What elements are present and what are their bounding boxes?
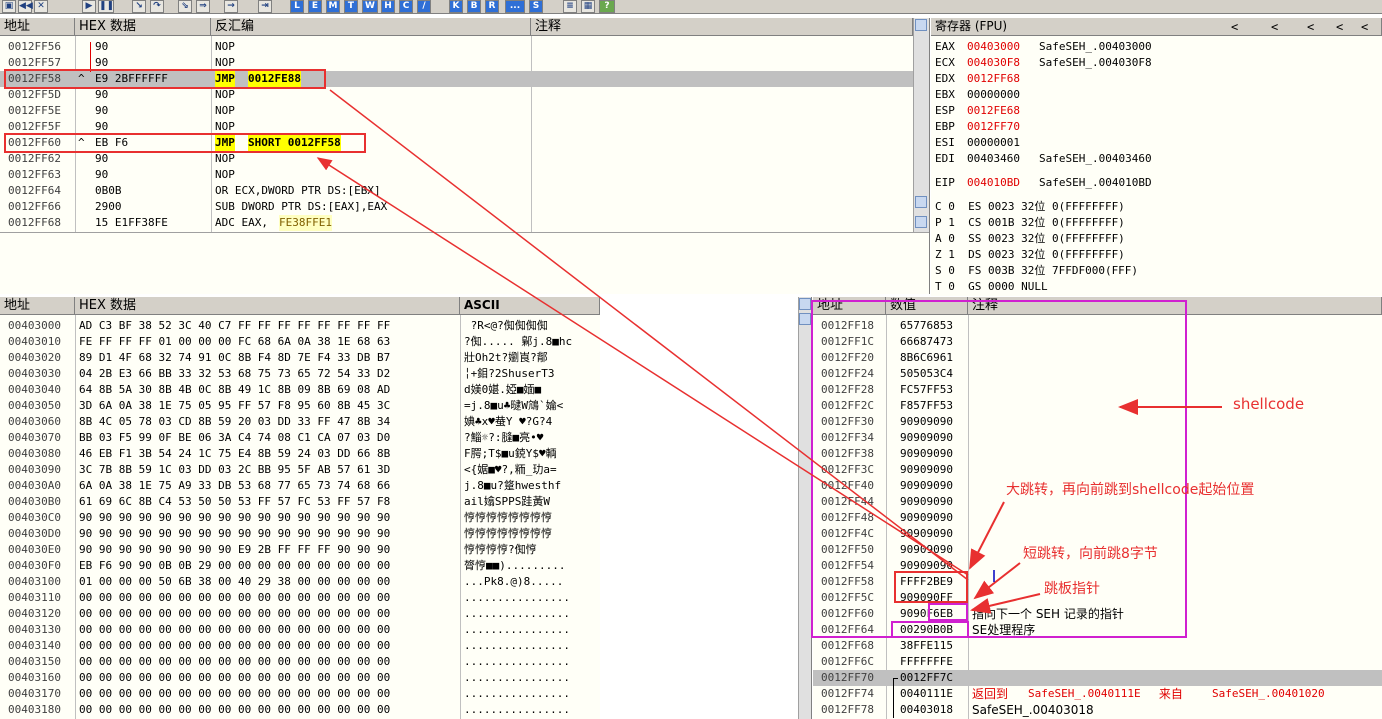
short-jump-arrow xyxy=(316,157,969,576)
annotation-arrows xyxy=(316,89,1222,614)
long-jump-arrow xyxy=(329,89,969,581)
long-jump-pointer-arrow xyxy=(969,501,1005,570)
short-jump-pointer-arrow xyxy=(973,562,1021,600)
trampoline-pointer-arrow xyxy=(970,593,1041,614)
